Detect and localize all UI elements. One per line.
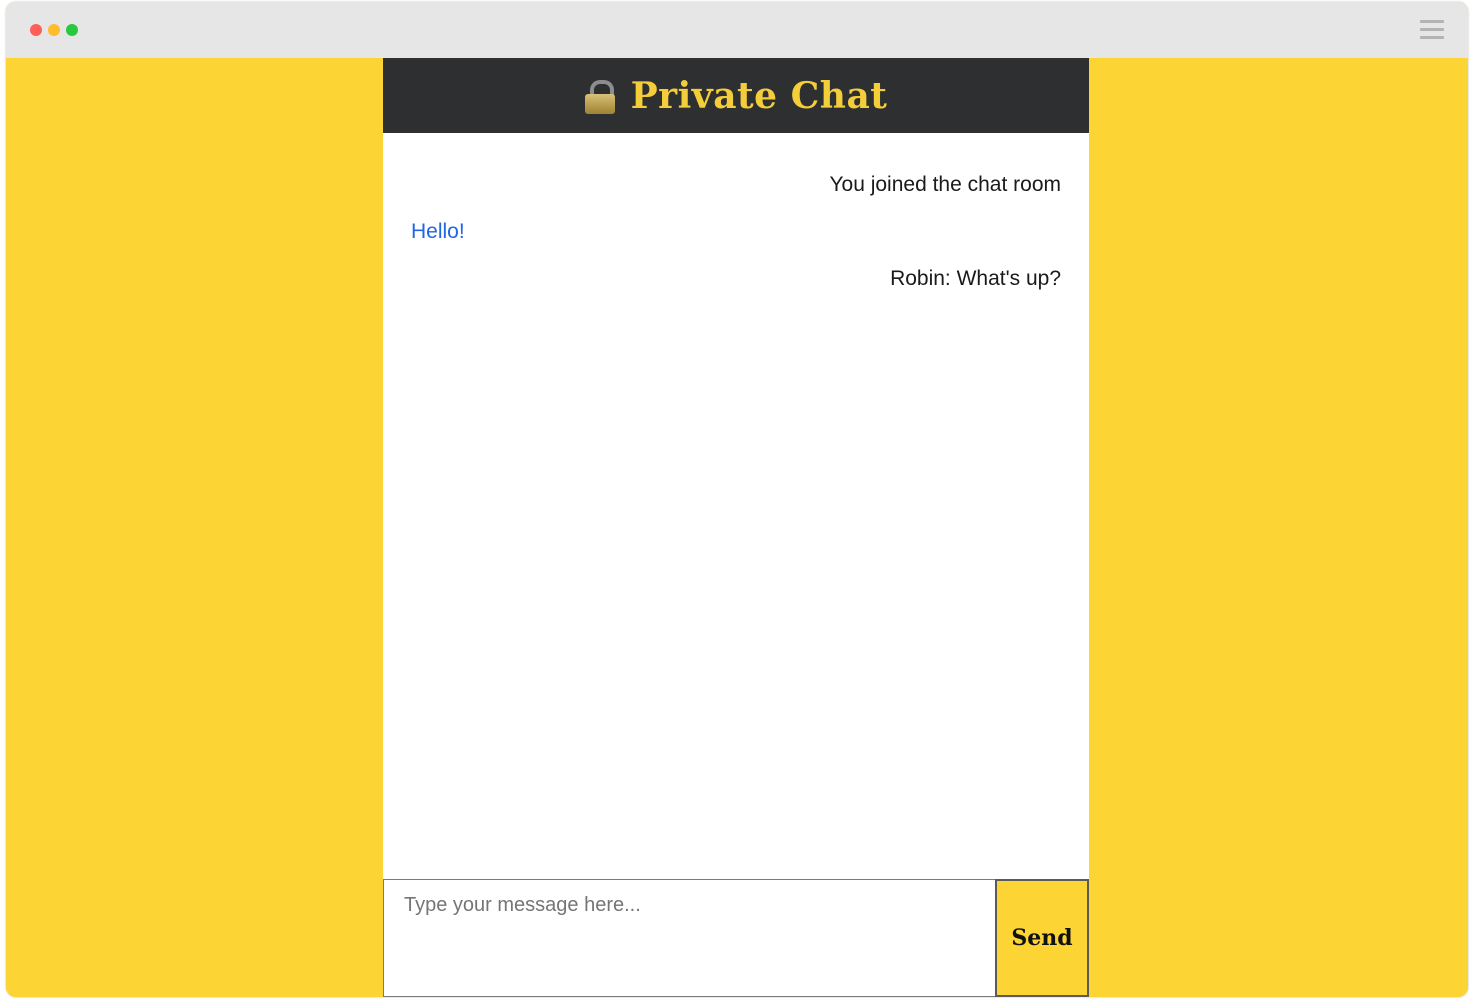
message-other: Robin: What's up? [890, 267, 1061, 290]
message-composer: Send [383, 879, 1089, 997]
chat-title: Private Chat [630, 74, 888, 117]
message-own: Hello! [411, 220, 465, 243]
message-system-joined: You joined the chat room [829, 173, 1061, 196]
send-button[interactable]: Send [995, 879, 1089, 997]
message-list: You joined the chat room Hello! Robin: W… [383, 133, 1089, 879]
chat-panel: Private Chat You joined the chat room He… [383, 58, 1089, 997]
maximize-window-button[interactable] [66, 24, 78, 36]
page-viewport: Private Chat You joined the chat room He… [6, 58, 1468, 997]
chat-header: Private Chat [383, 58, 1089, 133]
window-titlebar [6, 2, 1468, 58]
close-window-button[interactable] [30, 24, 42, 36]
browser-window: Private Chat You joined the chat room He… [6, 2, 1468, 997]
lock-icon [584, 79, 615, 114]
hamburger-menu-icon[interactable] [1420, 20, 1444, 40]
message-input[interactable] [383, 879, 996, 997]
minimize-window-button[interactable] [48, 24, 60, 36]
